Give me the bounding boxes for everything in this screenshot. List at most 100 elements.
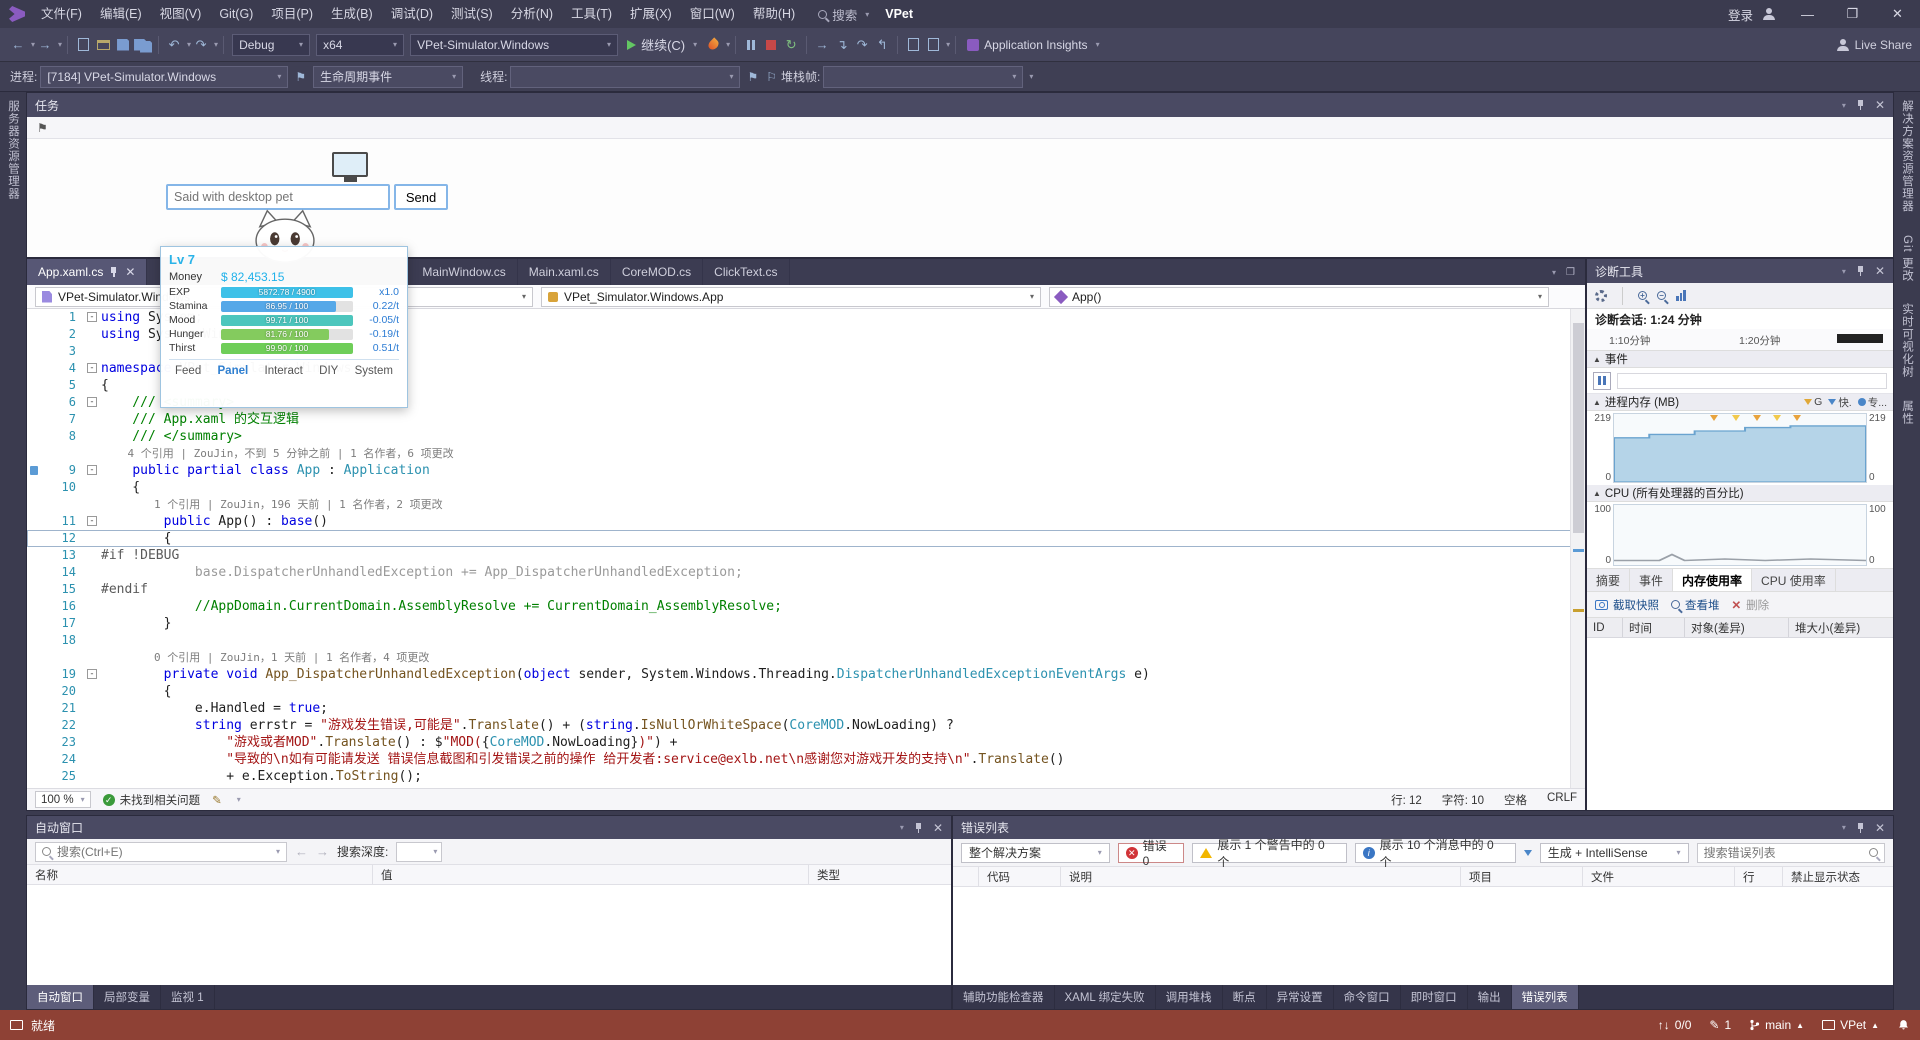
error-search-input[interactable] [1703, 845, 1863, 860]
menu-item[interactable]: 测试(S) [442, 0, 502, 28]
dock-tab[interactable]: 自动窗口 [27, 985, 94, 1009]
zoom-in-icon[interactable]: + [1638, 291, 1647, 300]
code-line[interactable]: 7 /// App.xaml 的交互逻辑 [27, 411, 1585, 428]
hot-reload-icon[interactable] [703, 34, 723, 56]
open-file-icon[interactable] [93, 34, 113, 56]
spaces-indicator[interactable]: 空格 [1504, 792, 1527, 808]
code-line[interactable]: 18 [27, 632, 1585, 649]
errors-filter-button[interactable]: ✕ 错误 0 [1117, 839, 1185, 868]
stop-debug-icon[interactable] [761, 34, 781, 56]
git-sync-indicator[interactable]: ↑↓ 0/0 [1658, 1018, 1692, 1032]
solution-config-dropdown[interactable]: Debug ▾ [232, 33, 311, 56]
cpu-section-header[interactable]: ▲ CPU (所有处理器的百分比) [1587, 485, 1893, 502]
task-panel-titlebar[interactable]: 任务 ▾ ✕ [27, 93, 1893, 117]
application-insights-dropdown[interactable]: Application Insights ▾ [967, 38, 1100, 52]
next-result-icon[interactable]: → [316, 844, 329, 859]
menu-item[interactable]: 编辑(E) [91, 0, 151, 28]
source-filter-dropdown[interactable]: 生成 + IntelliSense ▾ [1539, 842, 1689, 863]
code-line[interactable]: 12 { [27, 530, 1585, 547]
float-window-icon[interactable]: ❐ [1566, 267, 1575, 278]
error-column-header[interactable]: 禁止显示状态 [1783, 867, 1893, 886]
bell-icon[interactable] [1897, 1018, 1910, 1032]
code-line[interactable]: 9- public partial class App : Applicatio… [27, 462, 1585, 479]
window-position-icon[interactable]: ▾ [1842, 101, 1846, 110]
events-section-header[interactable]: ▲ 事件 [1587, 351, 1893, 368]
fold-toggle-icon[interactable]: - [87, 516, 97, 526]
window-position-icon[interactable]: ▾ [1842, 823, 1846, 832]
pet-tab-interact[interactable]: Interact [265, 365, 303, 377]
pin-icon[interactable] [1856, 265, 1865, 277]
zoom-dropdown[interactable]: 100 % ▾ [35, 791, 91, 808]
flag-icon[interactable]: ⚑ [37, 121, 48, 135]
autos-column-header[interactable]: 值 [373, 865, 809, 884]
autos-column-header[interactable]: 名称 [27, 865, 373, 884]
editor-scrollbar[interactable] [1570, 309, 1585, 790]
error-column-header[interactable]: 文件 [1583, 867, 1735, 886]
zoom-out-icon[interactable]: − [1657, 291, 1666, 300]
maximize-button[interactable]: ❐ [1830, 0, 1875, 28]
dock-tab[interactable]: 命令窗口 [1334, 985, 1401, 1009]
fold-toggle-icon[interactable]: - [87, 669, 97, 679]
step-into-icon[interactable]: ↴ [832, 34, 852, 56]
code-line[interactable]: 23 "游戏或者MOD".Translate() : $"MOD({CoreMO… [27, 734, 1585, 751]
window-position-icon[interactable]: ▾ [1842, 267, 1846, 276]
forward-icon[interactable]: → [35, 34, 55, 56]
restart-icon[interactable]: ↻ [781, 34, 801, 56]
code-line[interactable]: 13 #if !DEBUG [27, 547, 1585, 564]
flag-icon[interactable]: ⚑ [747, 70, 758, 84]
table-column-header[interactable]: 堆大小(差异) [1789, 618, 1893, 637]
codelens-info[interactable]: 0 个引用 | ZouJin，1 天前 | 1 名作者，4 项更改 [101, 649, 1585, 666]
dock-tab[interactable]: 异常设置 [1267, 985, 1334, 1009]
menu-item[interactable]: 工具(T) [562, 0, 621, 28]
table-column-header[interactable]: 对象(差异) [1685, 618, 1789, 637]
minimize-button[interactable]: — [1785, 0, 1830, 28]
lifecycle-events-dropdown[interactable]: 生命周期事件 ▾ [313, 65, 464, 88]
account-icon[interactable] [1763, 8, 1775, 20]
chart-icon[interactable] [1676, 290, 1686, 301]
search-depth-dropdown[interactable]: ▾ [396, 841, 443, 862]
menu-item[interactable]: 生成(B) [322, 0, 382, 28]
diagnostics-tab[interactable]: 摘要 [1587, 569, 1631, 591]
new-file-icon[interactable] [73, 34, 93, 56]
flag-icon[interactable]: ⚐ [766, 70, 777, 84]
step-out-icon[interactable]: ↰ [872, 34, 892, 56]
diag-action-button[interactable]: 截取快照 [1595, 597, 1659, 613]
show-next-statement-icon[interactable]: → [812, 34, 832, 56]
menu-item[interactable]: 文件(F) [32, 0, 91, 28]
diagnostics-tab[interactable]: 事件 [1630, 569, 1674, 591]
menu-item[interactable]: Git(G) [210, 0, 262, 28]
type-dropdown[interactable]: VPet_Simulator.Windows.App ▾ [541, 286, 1041, 307]
editor-tab[interactable]: Main.xaml.cs [518, 259, 611, 285]
close-icon[interactable]: ✕ [1875, 821, 1885, 835]
menu-item[interactable]: 分析(N) [502, 0, 562, 28]
target-indicator[interactable]: VPet ▲ [1822, 1018, 1879, 1032]
startup-project-dropdown[interactable]: VPet-Simulator.Windows ▾ [410, 33, 619, 56]
menu-item[interactable]: 帮助(H) [744, 0, 804, 28]
dock-tab[interactable]: 局部变量 [94, 985, 161, 1009]
dock-tab[interactable]: 调用堆栈 [1156, 985, 1223, 1009]
code-line[interactable]: 10 { [27, 479, 1585, 496]
pet-send-button[interactable]: Send [394, 184, 448, 210]
warnings-filter-button[interactable]: 展示 1 个警告中的 0 个 [1192, 838, 1347, 869]
timeline-ruler[interactable]: 1:10分钟 1:20分钟 [1587, 329, 1893, 351]
pin-icon[interactable] [1856, 822, 1865, 834]
code-line[interactable]: 0 个引用 | ZouJin，1 天前 | 1 名作者，4 项更改 [27, 649, 1585, 666]
error-column-header[interactable]: 项目 [1461, 867, 1583, 886]
code-line[interactable]: 11 - public App() : base() [27, 513, 1585, 530]
dock-tab[interactable]: 即时窗口 [1401, 985, 1468, 1009]
diagnostics-tab[interactable]: CPU 使用率 [1752, 569, 1836, 591]
code-line[interactable]: 22 string errstr = "游戏发生错误,可能是". Translat… [27, 717, 1585, 734]
pet-monitor-icon[interactable] [332, 152, 368, 182]
pet-tab-panel[interactable]: Panel [218, 365, 249, 377]
pet-tab-diy[interactable]: DIY [319, 365, 338, 377]
code-line[interactable]: 17 } [27, 615, 1585, 632]
memory-filter[interactable]: 专... [1857, 395, 1887, 410]
table-column-header[interactable]: 时间 [1623, 618, 1685, 637]
error-column-header[interactable]: 行 [1735, 867, 1783, 886]
fold-toggle-icon[interactable]: - [87, 397, 97, 407]
code-line[interactable]: 8 /// </summary> [27, 428, 1585, 445]
close-icon[interactable]: ✕ [1875, 98, 1885, 112]
back-icon[interactable]: ← [8, 34, 28, 56]
search-box[interactable]: 搜索 ▾ [818, 5, 869, 24]
undo-icon[interactable]: ↶ [164, 34, 184, 56]
